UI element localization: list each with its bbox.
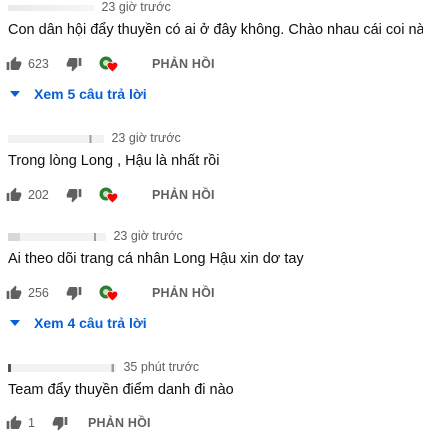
comment-time[interactable]: 23 giờ trước bbox=[113, 229, 182, 243]
thumbs-up-icon[interactable] bbox=[6, 285, 22, 301]
author-name-redacted[interactable] bbox=[8, 134, 104, 143]
comment-text: Trong lòng Long , Hậu là nhất rồi bbox=[8, 153, 220, 169]
author-name-redacted[interactable] bbox=[8, 4, 94, 11]
reply-button[interactable]: PHẢN HỒI bbox=[152, 57, 215, 71]
caret-down-icon bbox=[10, 91, 20, 97]
thumbs-down-icon[interactable] bbox=[66, 56, 82, 72]
reply-button[interactable]: PHẢN HỒI bbox=[152, 286, 215, 300]
comment-meta: 35 phút trước bbox=[8, 360, 199, 376]
thumbs-down-icon[interactable] bbox=[52, 415, 68, 431]
author-name-redacted[interactable] bbox=[8, 363, 116, 372]
comment-meta: 23 giờ trước bbox=[8, 131, 181, 147]
thumbs-up-icon[interactable] bbox=[6, 187, 22, 203]
caret-down-icon bbox=[10, 320, 20, 326]
reply-button[interactable]: PHẢN HỒI bbox=[88, 416, 151, 430]
view-replies-label: Xem 5 câu trả lời bbox=[34, 86, 147, 102]
comment-text: Con dân hội đẩy thuyền có ai ở đây không… bbox=[8, 22, 423, 38]
thumbs-down-icon[interactable] bbox=[66, 285, 82, 301]
comment-meta: 23 giờ trước bbox=[8, 229, 183, 245]
comment-time[interactable]: 23 giờ trước bbox=[111, 131, 180, 145]
view-replies-label: Xem 4 câu trả lời bbox=[34, 315, 147, 331]
like-count: 1 bbox=[28, 416, 35, 430]
comment-meta: 23 giờ trước bbox=[8, 0, 171, 16]
reply-button[interactable]: PHẢN HỒI bbox=[152, 188, 215, 202]
view-replies-button[interactable]: Xem 5 câu trả lời bbox=[8, 84, 147, 104]
comment-actions: 1 PHẢN HỒI bbox=[6, 412, 151, 434]
thumbs-up-icon[interactable] bbox=[6, 56, 22, 72]
author-name-redacted[interactable] bbox=[8, 232, 106, 241]
comment-actions: 202 PHẢN HỒI bbox=[6, 184, 215, 206]
view-replies-button[interactable]: Xem 4 câu trả lời bbox=[8, 313, 147, 333]
comment-actions: 623 PHẢN HỒI bbox=[6, 53, 215, 75]
thumbs-up-icon[interactable] bbox=[6, 415, 22, 431]
like-count: 202 bbox=[28, 188, 49, 202]
like-count: 256 bbox=[28, 286, 49, 300]
creator-heart-icon bbox=[98, 284, 120, 302]
comment-text: Team đẩy thuyền điểm danh đi nào bbox=[8, 382, 234, 398]
like-count: 623 bbox=[28, 57, 49, 71]
comment-time[interactable]: 23 giờ trước bbox=[101, 0, 170, 14]
comment-text: Ai theo dõi trang cá nhân Long Hậu xin d… bbox=[8, 251, 304, 267]
comment-actions: 256 PHẢN HỒI bbox=[6, 282, 215, 304]
thumbs-down-icon[interactable] bbox=[66, 187, 82, 203]
creator-heart-icon bbox=[98, 55, 120, 73]
creator-heart-icon bbox=[98, 186, 120, 204]
comment-time[interactable]: 35 phút trước bbox=[123, 360, 199, 374]
